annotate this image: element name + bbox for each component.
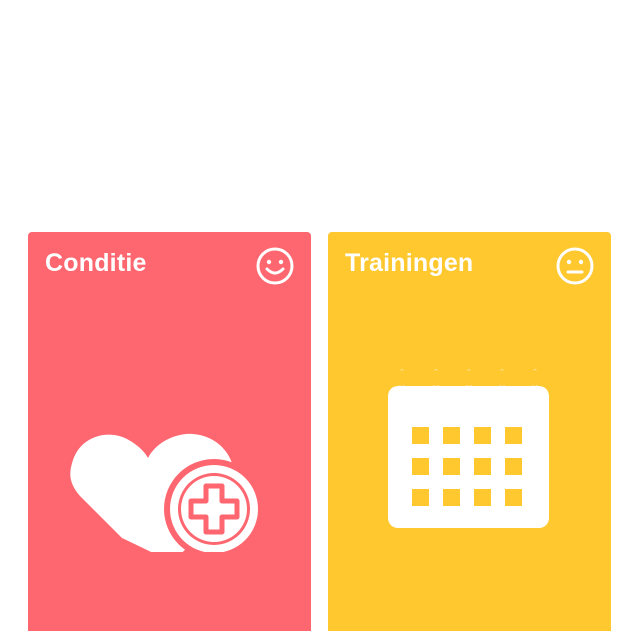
card-conditie[interactable]: Conditie bbox=[28, 232, 311, 631]
calendar-icon bbox=[388, 369, 549, 528]
card-trainingen[interactable]: Trainingen bbox=[328, 232, 611, 631]
card-title: Trainingen bbox=[345, 249, 474, 277]
card-title: Conditie bbox=[45, 249, 147, 277]
smiley-neutral-icon bbox=[556, 247, 594, 285]
dashboard-screen: Conditie Trainingen bbox=[0, 0, 633, 631]
smiley-happy-icon bbox=[256, 247, 294, 285]
heart-plus-icon bbox=[70, 433, 264, 552]
